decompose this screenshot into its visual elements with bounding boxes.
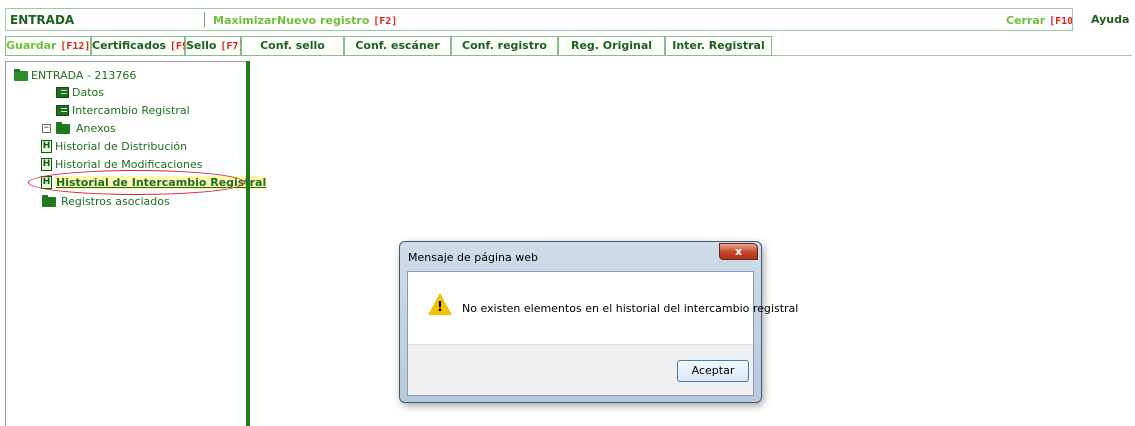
certificates-label: Certificados <box>92 39 167 52</box>
tree-item-historial-distribucion-label: Historial de Distribución <box>55 140 188 153</box>
folder-icon <box>42 194 56 207</box>
stamp-config-button[interactable]: Conf. sello <box>241 36 344 56</box>
book-icon <box>56 87 69 98</box>
close-label: Cerrar <box>1006 14 1046 27</box>
message-dialog: Mensaje de página web x ! No existen ele… <box>399 241 798 403</box>
tree-root-label: ENTRADA - 213766 <box>31 69 137 82</box>
window-title: ENTRADA <box>10 13 75 27</box>
tree-item-intercambio-label: Intercambio Registral <box>72 104 190 117</box>
help-container: Ayuda <box>1072 8 1133 31</box>
top-bar: ENTRADA Maximizar Nuevo registro [F2] Ce… <box>5 8 1133 31</box>
dialog-footer: Aceptar <box>408 344 753 395</box>
dialog-close-button[interactable]: x <box>719 243 758 260</box>
warning-exclamation-icon: ! <box>437 300 443 315</box>
save-button[interactable]: Guardar [F12] <box>5 36 91 56</box>
close-link[interactable]: Cerrar [F10] <box>1006 14 1079 27</box>
new-record-label: Nuevo registro <box>277 14 370 27</box>
stamp-button[interactable]: Sello [F7] <box>185 36 244 56</box>
tree-item-datos[interactable]: Datos <box>56 86 104 99</box>
tree-item-datos-label: Datos <box>72 86 104 99</box>
collapse-toggle-icon[interactable]: − <box>42 124 51 133</box>
certificates-button[interactable]: Certificados [F9] <box>91 36 194 56</box>
save-label: Guardar <box>6 39 57 52</box>
tree-item-registros-asociados[interactable]: Registros asociados <box>42 194 170 208</box>
dialog-title: Mensaje de página web <box>408 251 538 264</box>
ok-button[interactable]: Aceptar <box>677 360 749 382</box>
save-shortcut: [F12] <box>60 41 91 52</box>
original-registry-button[interactable]: Reg. Original <box>558 36 665 56</box>
registry-config-button[interactable]: Conf. registro <box>451 36 558 56</box>
selection-highlight-ring <box>28 170 245 195</box>
maximize-link[interactable]: Maximizar <box>213 14 277 27</box>
history-icon: H <box>41 140 52 153</box>
panel-divider[interactable] <box>246 61 250 426</box>
tree-item-historial-distribucion[interactable]: H Historial de Distribución <box>41 140 187 153</box>
history-icon: H <box>41 158 52 171</box>
dialog-message: No existen elementos en el historial del… <box>462 302 799 315</box>
tree-item-anexos[interactable]: − Anexos <box>42 121 116 135</box>
tree-item-registros-asociados-label: Registros asociados <box>61 195 170 208</box>
tree-panel: ENTRADA - 213766 Datos Intercambio Regis… <box>5 61 268 426</box>
top-bar-divider <box>204 12 205 27</box>
tree-item-intercambio[interactable]: Intercambio Registral <box>56 104 190 117</box>
folder-icon <box>56 121 70 134</box>
dialog-body: ! No existen elementos en el historial d… <box>407 271 798 396</box>
tree-root[interactable]: ENTRADA - 213766 <box>14 68 137 82</box>
folder-open-icon <box>14 68 28 81</box>
inter-registral-button[interactable]: Inter. Registral <box>665 36 772 56</box>
tree-item-historial-modificaciones[interactable]: H Historial de Modificaciones <box>41 158 203 171</box>
tree-item-anexos-label: Anexos <box>76 122 116 135</box>
stamp-label: Sello <box>186 39 217 52</box>
toolbar: Guardar [F12] Certificados [F9] Sello [F… <box>5 36 1132 56</box>
new-record-link[interactable]: Nuevo registro [F2] <box>277 14 397 27</box>
scanner-config-button[interactable]: Conf. escáner <box>344 36 451 56</box>
book-icon <box>56 105 69 116</box>
help-link[interactable]: Ayuda <box>1091 13 1129 26</box>
new-record-shortcut: [F2] <box>373 16 398 27</box>
